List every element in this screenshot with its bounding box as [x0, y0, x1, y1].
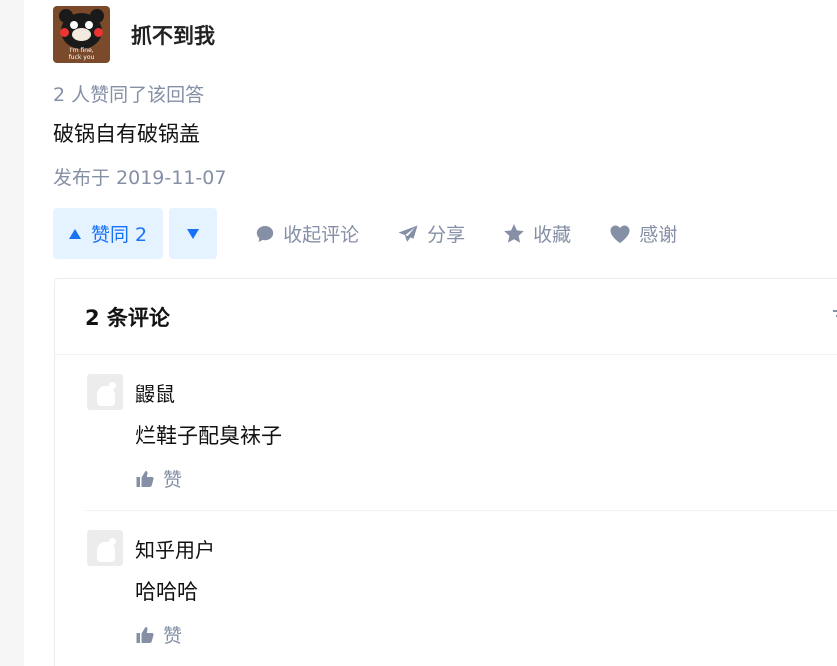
comments-count-title: 2 条评论: [85, 305, 170, 330]
author-name[interactable]: 抓不到我: [131, 20, 215, 50]
triangle-down-icon: [187, 228, 200, 239]
default-avatar-shape: [97, 542, 115, 562]
toggle-comments-label: 收起评论: [283, 224, 360, 246]
triangle-up-icon: [69, 228, 81, 239]
heart-icon: [610, 225, 630, 243]
avatar-bear-cheek: [94, 28, 103, 37]
thumbs-up-icon: [136, 626, 154, 643]
toggle-comments-button[interactable]: 收起评论: [255, 220, 359, 247]
comment-text: 哈哈哈: [135, 580, 198, 604]
upvote-label: 赞同 2: [91, 224, 148, 246]
thumbs-up-icon: [136, 470, 154, 487]
comment-author[interactable]: 知乎用户: [135, 534, 215, 563]
vote-count-text[interactable]: 2 人赞同了该回答: [53, 80, 204, 107]
author-info: I'm fine, fuck you 抓不到我: [53, 6, 215, 63]
comment-avatar[interactable]: [87, 530, 123, 566]
comment-like-button[interactable]: 赞: [135, 621, 182, 648]
thanks-button[interactable]: 感谢: [609, 220, 677, 247]
comment-divider: [85, 510, 837, 511]
publish-date[interactable]: 发布于 2019-11-07: [53, 163, 226, 190]
comment-like-label: 赞: [163, 625, 183, 647]
thanks-label: 感谢: [639, 224, 678, 246]
comment-avatar[interactable]: [87, 374, 123, 410]
author-avatar[interactable]: I'm fine, fuck you: [53, 6, 110, 63]
avatar-bear-cheek: [60, 28, 69, 37]
comment-like-label: 赞: [163, 469, 183, 491]
comments-header: 2 条评论: [55, 279, 837, 355]
comment-like-button[interactable]: 赞: [135, 465, 182, 492]
answer-content: 破锅自有破锅盖: [53, 122, 200, 146]
share-button[interactable]: 分享: [397, 220, 465, 247]
downvote-button[interactable]: [169, 208, 218, 259]
paper-plane-icon: [398, 225, 418, 242]
comment-bubble-icon: [256, 225, 274, 242]
default-avatar-shape: [109, 382, 116, 389]
collect-label: 收藏: [533, 224, 572, 246]
avatar-bear-eye: [85, 21, 93, 29]
default-avatar-shape: [109, 538, 116, 545]
collect-button[interactable]: 收藏: [503, 220, 571, 247]
avatar-caption: I'm fine, fuck you: [68, 47, 95, 61]
star-icon: [504, 224, 524, 243]
answer-card: I'm fine, fuck you 抓不到我 2 人赞同了该回答 破锅自有破锅…: [24, 0, 837, 666]
comment-author[interactable]: 鼹鼠: [135, 378, 175, 407]
default-avatar-shape: [97, 386, 115, 406]
action-bar: 赞同 2 收起评论 分享 收藏 感谢: [53, 208, 677, 259]
share-label: 分享: [427, 224, 466, 246]
avatar-bear-muzzle: [72, 28, 91, 41]
upvote-button[interactable]: 赞同 2: [53, 208, 164, 259]
comments-panel: 2 条评论 鼹鼠 烂鞋子配臭袜子 赞 知乎用户 哈哈哈 赞: [54, 278, 837, 666]
sort-icon[interactable]: [831, 309, 837, 325]
comment-text: 烂鞋子配臭袜子: [135, 424, 282, 448]
